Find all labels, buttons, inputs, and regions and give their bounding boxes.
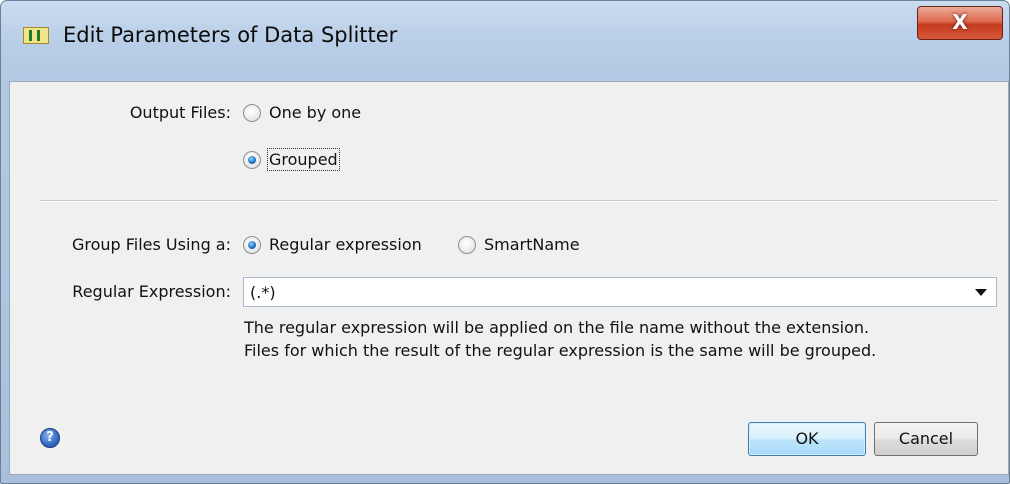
- chevron-down-icon[interactable]: [975, 289, 987, 296]
- dialog-window: Edit Parameters of Data Splitter X Outpu…: [0, 0, 1010, 484]
- dialog-title: Edit Parameters of Data Splitter: [63, 23, 398, 47]
- regular-expression-combo[interactable]: (.*): [243, 277, 997, 307]
- regular-expression-value[interactable]: (.*): [250, 283, 276, 302]
- cancel-button[interactable]: Cancel: [874, 422, 978, 456]
- close-button[interactable]: X: [917, 6, 1003, 40]
- ok-button[interactable]: OK: [748, 422, 866, 456]
- radio-regular-expression-label: Regular expression: [269, 235, 422, 254]
- radio-icon-checked[interactable]: [243, 235, 261, 254]
- radio-icon-unchecked[interactable]: [458, 235, 476, 254]
- radio-grouped[interactable]: Grouped: [243, 148, 340, 171]
- radio-smartname[interactable]: SmartName: [458, 235, 580, 254]
- radio-icon-checked[interactable]: [243, 150, 261, 169]
- app-icon: [23, 27, 49, 44]
- radio-one-by-one-label: One by one: [269, 103, 362, 122]
- radio-smartname-label: SmartName: [484, 235, 580, 254]
- radio-icon-unchecked[interactable]: [243, 103, 261, 122]
- help-icon[interactable]: ?: [40, 428, 60, 448]
- regular-expression-label: Regular Expression:: [72, 282, 231, 301]
- dialog-body: Output Files: One by one Grouped Group F…: [9, 81, 1009, 475]
- separator: [40, 200, 998, 202]
- regex-hint-line-2: Files for which the result of the regula…: [244, 341, 877, 360]
- radio-one-by-one[interactable]: One by one: [243, 103, 361, 122]
- regex-hint-line-1: The regular expression will be applied o…: [244, 318, 870, 337]
- output-files-label: Output Files:: [129, 103, 231, 122]
- radio-regular-expression[interactable]: Regular expression: [243, 235, 422, 254]
- group-files-label: Group Files Using a:: [71, 235, 231, 254]
- radio-grouped-label: Grouped: [267, 148, 340, 171]
- title-bar[interactable]: Edit Parameters of Data Splitter X: [1, 1, 1009, 81]
